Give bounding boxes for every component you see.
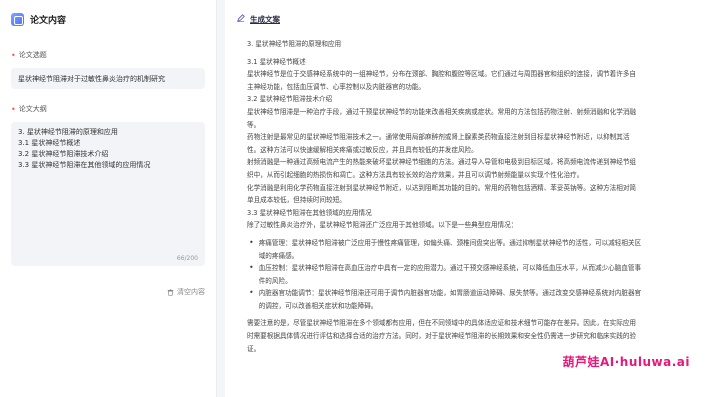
list-item-line: 域的疼痛感。 bbox=[258, 251, 299, 260]
bullet-dot: • bbox=[249, 288, 254, 298]
clear-content-button[interactable]: 清空内容 bbox=[167, 287, 205, 297]
bullet-dot: • bbox=[249, 237, 254, 247]
content-paragraph: 星状神经节阻滞是一种治疗手段，通过干预星状神经节的功能来改善相关疾病或症状。常用… bbox=[247, 107, 637, 116]
list-item: • 疼痛管理：星状神经节阻滞被广泛应用于慢性疼痛管理，如偏头痛、颈椎间盘突出等。… bbox=[247, 237, 708, 262]
content-paragraph: 性。这种方法可以快速缓解相关疼痛或过敏反应，并且具有较低的并发症风险。 bbox=[247, 145, 478, 154]
pencil-icon bbox=[237, 14, 245, 24]
outline-label-text: 论文大纲 bbox=[18, 105, 47, 113]
content-paragraph: 3. 星状神经节阻滞的原理和应用 bbox=[247, 40, 342, 48]
panel-title: 论文内容 bbox=[30, 15, 67, 26]
content-paragraph: 化学消融是利用化学药物直接注射到星状神经节附近，以达到阻断其功能的目的。常用的药… bbox=[247, 183, 637, 192]
panel-header: 论文内容 bbox=[11, 0, 205, 38]
clear-content-label: 清空内容 bbox=[177, 288, 205, 296]
list-item: • 内脏器官功能调节：星状神经节阻滞还可用于调节内脏器官功能，如胃肠道运动障碍、… bbox=[247, 287, 708, 312]
output-panel: 生成文案 3. 星状神经节阻滞的原理和应用 3.1 星状神经节概述 星状神经节是… bbox=[225, 0, 720, 397]
title-input[interactable]: 星状神经节阻滞对于过敏性鼻炎治疗的机制研究 bbox=[11, 68, 205, 89]
outline-line: 3.1 星状神经节概述 bbox=[18, 139, 81, 147]
outline-textarea[interactable]: 3. 星状神经节阻滞的原理和应用 3.1 星状神经节概述 3.2 星状神经节阻滞… bbox=[11, 122, 205, 266]
trash-icon bbox=[167, 288, 174, 296]
title-input-value: 星状神经节阻滞对于过敏性鼻炎治疗的机制研究 bbox=[18, 74, 165, 83]
content-paragraph: 3.2 星状神经节阻滞技术介绍 bbox=[247, 95, 333, 104]
outline-field-label: • 论文大纲 bbox=[11, 104, 205, 114]
content-paragraph: 除了过敏性鼻炎治疗外，星状神经节阻滞还广泛应用于其他领域。以下是一些典型应用情况… bbox=[247, 221, 518, 230]
list-item-line: 疼痛管理：星状神经节阻滞被广泛应用于慢性疼痛管理，如偏头痛、颈椎间盘突出等。通过… bbox=[258, 238, 642, 247]
generated-content: 3. 星状神经节阻滞的原理和应用 3.1 星状神经节概述 星状神经节是位于交感神… bbox=[237, 38, 708, 355]
outline-line: 3.3 星状神经节阻滞在其他领域的应用情况 bbox=[18, 161, 151, 169]
content-paragraph: 织中，从而引起细胞的热损伤和凋亡。这种方法具有较长效的治疗效果，并且可以调节射频… bbox=[247, 170, 584, 179]
app-logo-icon bbox=[11, 12, 24, 26]
output-title: 生成文案 bbox=[250, 14, 280, 24]
title-label-text: 论文选题 bbox=[18, 51, 47, 59]
list-item: • 血压控制：星状神经节阻滞在高血压治疗中具有一定的应用潜力。通过干预交感神经系… bbox=[247, 262, 708, 287]
title-field-label: • 论文选题 bbox=[11, 50, 205, 60]
outline-line: 3.2 星状神经节阻滞技术介绍 bbox=[18, 150, 109, 158]
content-paragraph: 单且成本较低，但持续时间较短。 bbox=[247, 196, 346, 205]
content-paragraph: 3.3 星状神经节阻滞在其他领域的应用情况 bbox=[247, 208, 372, 217]
output-header: 生成文案 bbox=[237, 0, 708, 38]
list-item-line: 的调控，可以改善相关症状和功能障碍。 bbox=[258, 301, 378, 310]
app: 论文内容 • 论文选题 星状神经节阻滞对于过敏性鼻炎治疗的机制研究 • 论文大纲… bbox=[0, 0, 720, 397]
list-item-line: 内脏器官功能调节：星状神经节阻滞还可用于调节内脏器官功能，如胃肠道运动障碍、尿失… bbox=[258, 289, 642, 298]
character-counter: 66/200 bbox=[176, 255, 198, 262]
content-paragraph: 3.1 星状神经节概述 bbox=[247, 57, 306, 66]
required-marker: • bbox=[11, 50, 16, 60]
content-paragraph: 等。 bbox=[247, 120, 261, 129]
closing-paragraph-line: 需要注意的是，尽管星状神经节阻滞在多个领域都有应用，但在不同领域中的具体适应证和… bbox=[247, 319, 637, 328]
content-paragraph: 药物注射是最常见的星状神经节阻滞技术之一。通常使用局部麻醉剂或肾上腺素类药物直接… bbox=[247, 133, 630, 142]
content-paragraph: 星状神经节是位于交感神经系统中的一组神经节，分布在颈部、胸腔和腹腔等区域。它们通… bbox=[247, 70, 637, 79]
list-item-line: 血压控制：星状神经节阻滞在高血压治疗中具有一定的应用潜力。通过干预交感神经系统，… bbox=[258, 264, 642, 273]
required-marker: • bbox=[11, 104, 16, 114]
closing-paragraph-line: 时需要根据具体情况进行评估和选择合适的治疗方法。同时，对于星状神经节阻滞的长期效… bbox=[247, 332, 637, 341]
watermark: 葫芦娃AI·huluwa.ai bbox=[562, 355, 690, 369]
bullet-dot: • bbox=[249, 263, 254, 273]
content-paragraph: 主神经功能，包括血压调节、心率控制以及内脏器官的功能。 bbox=[247, 82, 426, 91]
outline-line: 3. 星状神经节阻滞的原理和应用 bbox=[18, 128, 118, 136]
input-panel: 论文内容 • 论文选题 星状神经节阻滞对于过敏性鼻炎治疗的机制研究 • 论文大纲… bbox=[0, 0, 217, 397]
content-paragraph: 射频消融是一种通过高频电流产生的热能来破坏星状神经节细胞的方法。通过导入导管和电… bbox=[247, 158, 637, 167]
list-item-line: 件的风险。 bbox=[258, 276, 292, 285]
